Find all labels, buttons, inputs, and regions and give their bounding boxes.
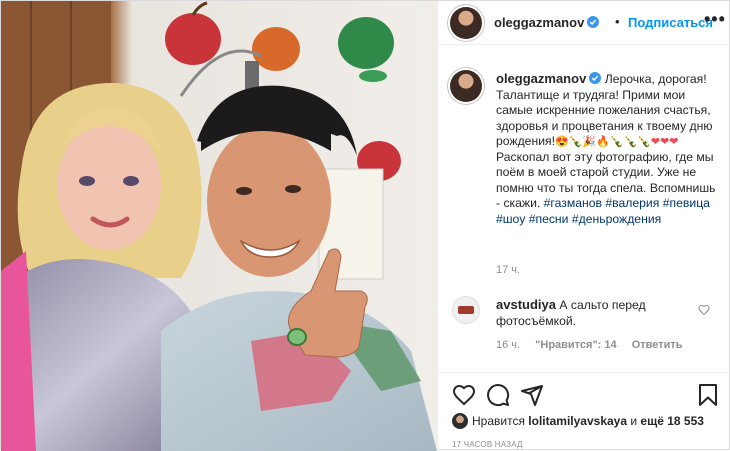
likes-summary[interactable]: Нравится lolitamilyavskaya и ещё 18 553 [452, 413, 704, 429]
action-bar [438, 372, 730, 418]
verified-icon [589, 72, 602, 84]
comment-like-heart-icon[interactable] [698, 304, 710, 316]
liker-avatar [452, 413, 468, 429]
likes-prefix: Нравится [472, 414, 525, 428]
instagram-post: oleggazmanov • Подписаться ••• oleggazma… [0, 0, 730, 451]
post-timestamp: 17 часов назад [452, 440, 523, 449]
hashtag-link[interactable]: #песни [529, 212, 569, 226]
hashtag-link[interactable]: #певица [663, 196, 710, 210]
heart-emojis: ❤❤❤ [650, 136, 679, 148]
caption-author-avatar[interactable] [450, 70, 482, 102]
comment-icon[interactable] [486, 383, 510, 407]
hashtag-link[interactable]: #валерия [605, 196, 659, 210]
reply-button[interactable]: Ответить [632, 339, 683, 351]
likes-middle: и [630, 414, 638, 428]
likes-count[interactable]: ещё 18 553 [640, 414, 704, 428]
post-photo-illustration [1, 1, 437, 451]
hashtag-link[interactable]: #деньрождения [572, 212, 661, 226]
caption-time: 17 ч. [496, 264, 521, 276]
post-photo[interactable] [1, 1, 437, 451]
author-avatar[interactable] [450, 7, 482, 39]
commenter-username[interactable]: avstudiya [496, 297, 556, 312]
comment-meta: 16 ч. "Нравится": 14 Ответить [496, 339, 695, 351]
share-icon[interactable] [520, 383, 544, 407]
comments-area[interactable]: oleggazmanov Лерочка, дорогая! Талантище… [438, 46, 730, 364]
comment: avstudiya А сальто перед фотосъёмкой. [496, 297, 696, 329]
liker-username[interactable]: lolitamilyavskaya [528, 414, 627, 428]
caption-emojis: 😍🍾🎉🔥🍾🍾🍾 [555, 136, 651, 148]
more-icon[interactable]: ••• [704, 9, 726, 30]
verified-icon [587, 16, 600, 28]
comment-time: 16 ч. [496, 339, 521, 351]
post-side-panel: oleggazmanov • Подписаться ••• oleggazma… [437, 1, 730, 451]
heart-icon[interactable] [452, 383, 476, 407]
follow-button[interactable]: Подписаться [628, 15, 713, 30]
post-header: oleggazmanov • Подписаться ••• [438, 1, 730, 45]
caption-username[interactable]: oleggazmanov [496, 71, 602, 86]
author-username[interactable]: oleggazmanov [494, 15, 600, 30]
post-caption: oleggazmanov Лерочка, дорогая! Талантище… [496, 71, 718, 227]
hashtag-link[interactable]: #газманов [544, 196, 602, 210]
bookmark-icon[interactable] [696, 383, 720, 407]
separator-dot: • [615, 14, 620, 29]
hashtag-link[interactable]: #шоу [496, 212, 525, 226]
comment-likes[interactable]: "Нравится": 14 [535, 339, 616, 351]
commenter-avatar[interactable] [452, 296, 480, 324]
